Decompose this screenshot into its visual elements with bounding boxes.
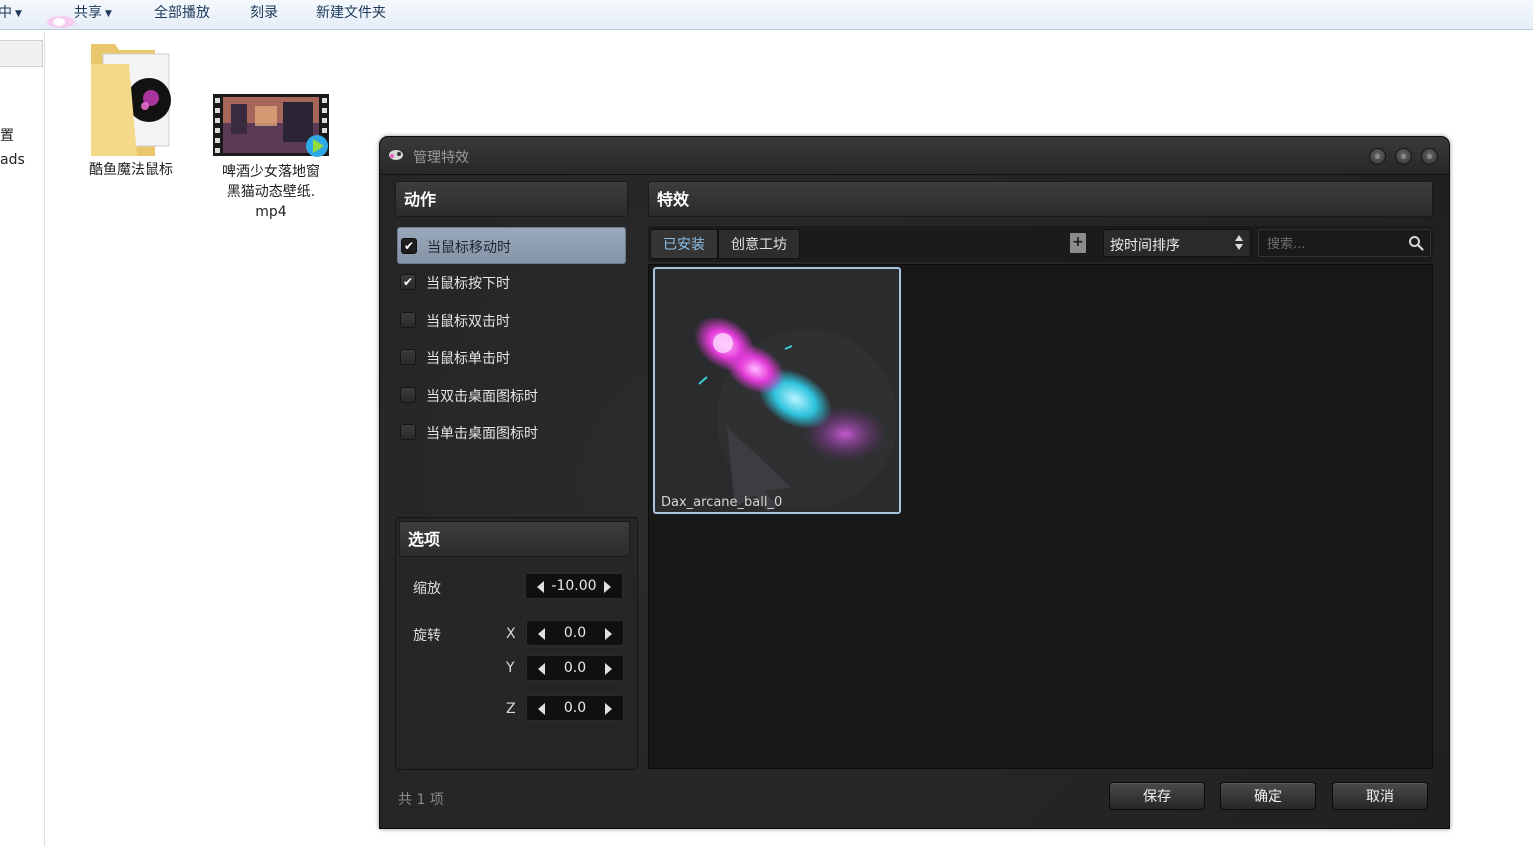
tab-installed[interactable]: 已安装 bbox=[650, 229, 718, 259]
action-row-mouse-down[interactable]: ✔ 当鼠标按下时 bbox=[397, 264, 626, 301]
scale-label: 缩放 bbox=[413, 581, 441, 597]
action-label: 当鼠标移动时 bbox=[427, 240, 511, 256]
decrement-icon[interactable] bbox=[537, 581, 544, 593]
arcane-ball-preview-icon bbox=[693, 316, 897, 511]
search-box[interactable] bbox=[1258, 229, 1431, 257]
action-label: 当鼠标单击时 bbox=[426, 351, 510, 367]
rotate-x-stepper[interactable]: 0.0 bbox=[526, 620, 624, 646]
action-checkbox[interactable]: ✔ bbox=[400, 274, 416, 290]
cancel-button[interactable]: 取消 bbox=[1332, 782, 1428, 810]
action-row-desktop-single-click[interactable]: 当单击桌面图标时 bbox=[397, 414, 626, 451]
decrement-icon[interactable] bbox=[538, 628, 545, 640]
toolbar-burn-button[interactable]: 刻录 bbox=[250, 3, 278, 23]
sort-select[interactable]: 按时间排序 bbox=[1103, 229, 1251, 257]
decrement-icon[interactable] bbox=[538, 703, 545, 715]
action-row-mouse-move[interactable]: ✔ 当鼠标移动时 bbox=[397, 227, 626, 264]
y-axis-label: Y bbox=[506, 660, 515, 676]
rotate-y-value[interactable]: 0.0 bbox=[551, 660, 599, 676]
rotate-label: 旋转 bbox=[413, 628, 441, 644]
save-button[interactable]: 保存 bbox=[1109, 782, 1205, 810]
action-row-single-click[interactable]: 当鼠标单击时 bbox=[397, 339, 626, 376]
increment-icon[interactable] bbox=[605, 663, 612, 675]
rotate-y-stepper[interactable]: 0.0 bbox=[526, 655, 624, 681]
action-row-double-click[interactable]: 当鼠标双击时 bbox=[397, 302, 626, 339]
effects-grid: Dax_arcane_ball_0 bbox=[648, 264, 1433, 769]
nav-scroll-box[interactable] bbox=[0, 40, 43, 67]
toolbar-library-label: 库中 bbox=[0, 5, 12, 21]
chevron-down-icon: ▼ bbox=[15, 9, 22, 19]
manage-effects-dialog: 管理特效 动作 ✔ 当鼠标移动时 ✔ 当鼠标按下时 当鼠标双击时 当鼠标单击时 … bbox=[379, 136, 1450, 829]
scale-value[interactable]: -10.00 bbox=[550, 578, 598, 594]
effects-heading: 特效 bbox=[648, 181, 1433, 217]
increment-icon[interactable] bbox=[604, 581, 611, 593]
minimize-button[interactable] bbox=[1369, 148, 1386, 165]
tab-workshop[interactable]: 创意工坊 bbox=[718, 229, 800, 259]
explorer-toolbar: 库中▼ 共享▼ 全部播放 刻录 新建文件夹 bbox=[0, 0, 1533, 30]
file-name: 酷鱼魔法鼠标 bbox=[89, 162, 173, 178]
navigation-pane[interactable]: 置 ads bbox=[0, 31, 45, 846]
search-icon[interactable] bbox=[1408, 235, 1424, 251]
toolbar-library-menu[interactable]: 库中▼ bbox=[0, 3, 22, 23]
action-checkbox[interactable] bbox=[400, 349, 416, 365]
app-logo-icon bbox=[389, 150, 403, 160]
file-item-folder[interactable]: 酷鱼魔法鼠标 bbox=[76, 40, 186, 180]
rotate-z-stepper[interactable]: 0.0 bbox=[526, 695, 624, 721]
video-file-icon bbox=[213, 94, 329, 157]
item-count: 共 1 项 bbox=[398, 792, 444, 808]
updown-arrow-icon bbox=[1235, 235, 1244, 251]
decrement-icon[interactable] bbox=[538, 663, 545, 675]
chevron-down-icon: ▼ bbox=[105, 9, 112, 19]
ok-button[interactable]: 确定 bbox=[1220, 782, 1316, 810]
increment-icon[interactable] bbox=[605, 703, 612, 715]
rotate-x-value[interactable]: 0.0 bbox=[551, 625, 599, 641]
action-label: 当鼠标双击时 bbox=[426, 314, 510, 330]
action-checkbox[interactable]: ✔ bbox=[401, 238, 417, 254]
file-name: 啤酒少女落地窗 黑猫动态壁纸. mp4 bbox=[222, 164, 320, 220]
maximize-button[interactable] bbox=[1395, 148, 1412, 165]
options-heading: 选项 bbox=[399, 521, 630, 557]
search-input[interactable] bbox=[1267, 234, 1407, 254]
actions-list: ✔ 当鼠标移动时 ✔ 当鼠标按下时 当鼠标双击时 当鼠标单击时 当双击桌面图标时… bbox=[395, 181, 636, 471]
action-label: 当鼠标按下时 bbox=[426, 276, 510, 292]
rotate-z-value[interactable]: 0.0 bbox=[551, 700, 599, 716]
action-label: 当单击桌面图标时 bbox=[426, 426, 538, 442]
file-item-video[interactable]: 啤酒少女落地窗 黑猫动态壁纸. mp4 bbox=[207, 94, 335, 222]
dialog-title: 管理特效 bbox=[413, 150, 469, 166]
increment-icon[interactable] bbox=[605, 628, 612, 640]
folder-icon bbox=[91, 44, 171, 156]
action-row-desktop-double-click[interactable]: 当双击桌面图标时 bbox=[397, 377, 626, 414]
action-checkbox[interactable] bbox=[400, 387, 416, 403]
action-label: 当双击桌面图标时 bbox=[426, 389, 538, 405]
effects-toolbar: 已安装 创意工坊 按时间排序 bbox=[648, 226, 1433, 262]
sort-value: 按时间排序 bbox=[1110, 238, 1180, 254]
nav-item-partial-2[interactable]: ads bbox=[0, 152, 25, 168]
cursor-sparkle-icon bbox=[47, 16, 75, 28]
dialog-titlebar[interactable]: 管理特效 bbox=[380, 137, 1449, 175]
close-button[interactable] bbox=[1421, 148, 1438, 165]
action-checkbox[interactable] bbox=[400, 424, 416, 440]
options-panel: 选项 缩放 -10.00 旋转 X 0.0 Y 0.0 Z 0.0 bbox=[395, 517, 638, 770]
effect-name: Dax_arcane_ball_0 bbox=[661, 495, 783, 510]
x-axis-label: X bbox=[506, 626, 516, 642]
effect-card[interactable]: Dax_arcane_ball_0 bbox=[653, 267, 901, 514]
toolbar-new-folder-button[interactable]: 新建文件夹 bbox=[316, 3, 386, 23]
z-axis-label: Z bbox=[506, 701, 516, 717]
scale-stepper[interactable]: -10.00 bbox=[525, 573, 623, 599]
toolbar-play-all-button[interactable]: 全部播放 bbox=[154, 3, 210, 23]
nav-item-partial-1[interactable]: 置 bbox=[0, 125, 14, 145]
action-checkbox[interactable] bbox=[400, 312, 416, 328]
import-file-icon[interactable] bbox=[1070, 233, 1086, 253]
